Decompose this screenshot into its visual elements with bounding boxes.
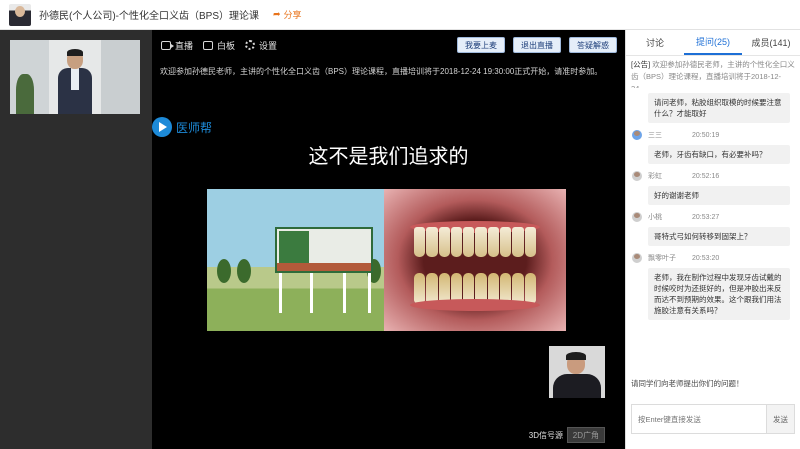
message-bubble: 请问老师，粘胶组织取模的时候要注意什么？才能取好 <box>648 93 790 123</box>
plant-shape <box>16 74 34 114</box>
share-icon: ➦ <box>273 9 281 19</box>
whiteboard-label: 白板 <box>217 40 236 51</box>
slide-logo-text: 医师帮 <box>176 120 213 135</box>
user-avatar <box>632 253 642 263</box>
message-time: 20:53:20 <box>692 254 720 262</box>
stage-action-buttons: 我要上麦 退出直播 答疑解惑 <box>457 37 617 53</box>
tab-members[interactable]: 成员(141) <box>742 30 800 55</box>
announcement: [公告] 欢迎参加孙德民老师，主讲的个性化全口义齿（BPS）理论课程，直播培训将… <box>626 56 800 88</box>
play-logo-icon <box>152 117 172 137</box>
teacher-camera-feed <box>10 40 140 114</box>
send-button[interactable]: 发送 <box>766 405 794 433</box>
app-window: 孙德民(个人公司)-个性化全口义齿（BPS）理论课 ➦ 分享 ‹ 直播 <box>0 0 800 449</box>
teeth-photo <box>384 189 566 331</box>
slide-logo: 医师帮 <box>152 117 212 137</box>
panel-tabs: 讨论 提问(25) 成员(141) <box>626 30 800 56</box>
announcement-text: 欢迎参加孙德民老师，主讲的个性化全口义齿（BPS）理论课程，直播培训将于2018… <box>631 60 795 88</box>
user-avatar <box>632 171 642 181</box>
live-tool[interactable]: 直播 <box>161 39 193 52</box>
gear-icon <box>245 40 256 50</box>
user-avatar <box>632 212 642 222</box>
exit-live-button[interactable]: 退出直播 <box>513 37 561 53</box>
message-bubble: 老师，我在制作过程中发现牙齿试戴的时候咬时为还挺好的，但是冲胶出来反而达不到预期… <box>648 268 790 320</box>
share-button[interactable]: ➦ 分享 <box>273 8 302 21</box>
whiteboard-tool[interactable]: 白板 <box>203 39 235 52</box>
question-hint: 请同学们向老师提出你们的问题！ <box>631 379 744 388</box>
message-bubble: 老师，牙齿有缺口，有必要补吗？ <box>648 145 790 164</box>
request-mic-button[interactable]: 我要上麦 <box>457 37 505 53</box>
message-meta: 小桃 20:53:27 <box>632 210 795 224</box>
teacher-figure <box>58 49 92 114</box>
message-meta: 飘零叶子 20:53:20 <box>632 251 795 265</box>
teacher-pip-camera <box>549 346 605 398</box>
billboard-sign <box>275 227 373 273</box>
message-time: 20:50:19 <box>692 131 720 139</box>
tab-questions[interactable]: 提问(25) <box>684 30 742 55</box>
question-input[interactable] <box>632 405 766 433</box>
stage-toolbar: 直播 白板 设置 我要上麦 退出直播 答疑解惑 <box>152 30 625 60</box>
billboard-legs <box>279 273 371 313</box>
message-meta: 彩虹 20:52:16 <box>632 169 795 183</box>
qa-button[interactable]: 答疑解惑 <box>569 37 617 53</box>
left-video-column <box>0 30 152 449</box>
live-notice: 欢迎参加孙德民老师，主讲的个性化全口义齿（BPS）理论课程，直播培训将于2018… <box>160 67 603 76</box>
settings-tool[interactable]: 设置 <box>245 39 277 52</box>
stage-footer: 3D信号源 2D广角 <box>152 422 625 449</box>
live-label: 直播 <box>175 40 194 51</box>
host-avatar <box>9 3 31 26</box>
settings-label: 设置 <box>259 40 278 51</box>
upper-teeth <box>414 227 536 257</box>
message-author: 小桃 <box>648 214 662 221</box>
share-label: 分享 <box>283 10 302 20</box>
message-time: 20:52:16 <box>692 172 720 180</box>
message-author: 三三 <box>648 132 662 139</box>
wide-angle-button[interactable]: 2D广角 <box>566 427 605 443</box>
question-list[interactable]: 请问老师，粘胶组织取模的时候要注意什么？才能取好 三三 20:50:19 老师，… <box>626 90 800 372</box>
message-bubble: 哥特式弓如何转移到固架上？ <box>648 227 790 246</box>
course-title: 孙德民(个人公司)-个性化全口义齿（BPS）理论课 <box>39 11 259 22</box>
signal-source-label: 3D信号源 <box>528 431 563 440</box>
billboard-photo <box>207 189 387 331</box>
whiteboard-icon <box>203 40 214 50</box>
header-bar: 孙德民(个人公司)-个性化全口义齿（BPS）理论课 ➦ 分享 <box>0 0 800 30</box>
announcement-tag: [公告] <box>631 60 651 69</box>
message-meta: 三三 20:50:19 <box>632 128 795 142</box>
camera-icon <box>161 40 174 50</box>
tab-discussion[interactable]: 讨论 <box>626 30 684 55</box>
message-time: 20:53:27 <box>692 213 720 221</box>
message-bubble: 好的谢谢老师 <box>648 186 790 205</box>
side-panel: 讨论 提问(25) 成员(141) [公告] 欢迎参加孙德民老师，主讲的个性化全… <box>625 30 800 449</box>
user-avatar <box>632 130 642 140</box>
message-author: 飘零叶子 <box>648 255 676 262</box>
message-author: 彩虹 <box>648 173 662 180</box>
live-stage: 直播 白板 设置 我要上麦 退出直播 答疑解惑 欢迎参加孙德民老师，主讲的个性化… <box>152 30 625 449</box>
slide-title: 这不是我们追求的 <box>308 144 469 168</box>
question-composer: 发送 <box>631 404 795 434</box>
